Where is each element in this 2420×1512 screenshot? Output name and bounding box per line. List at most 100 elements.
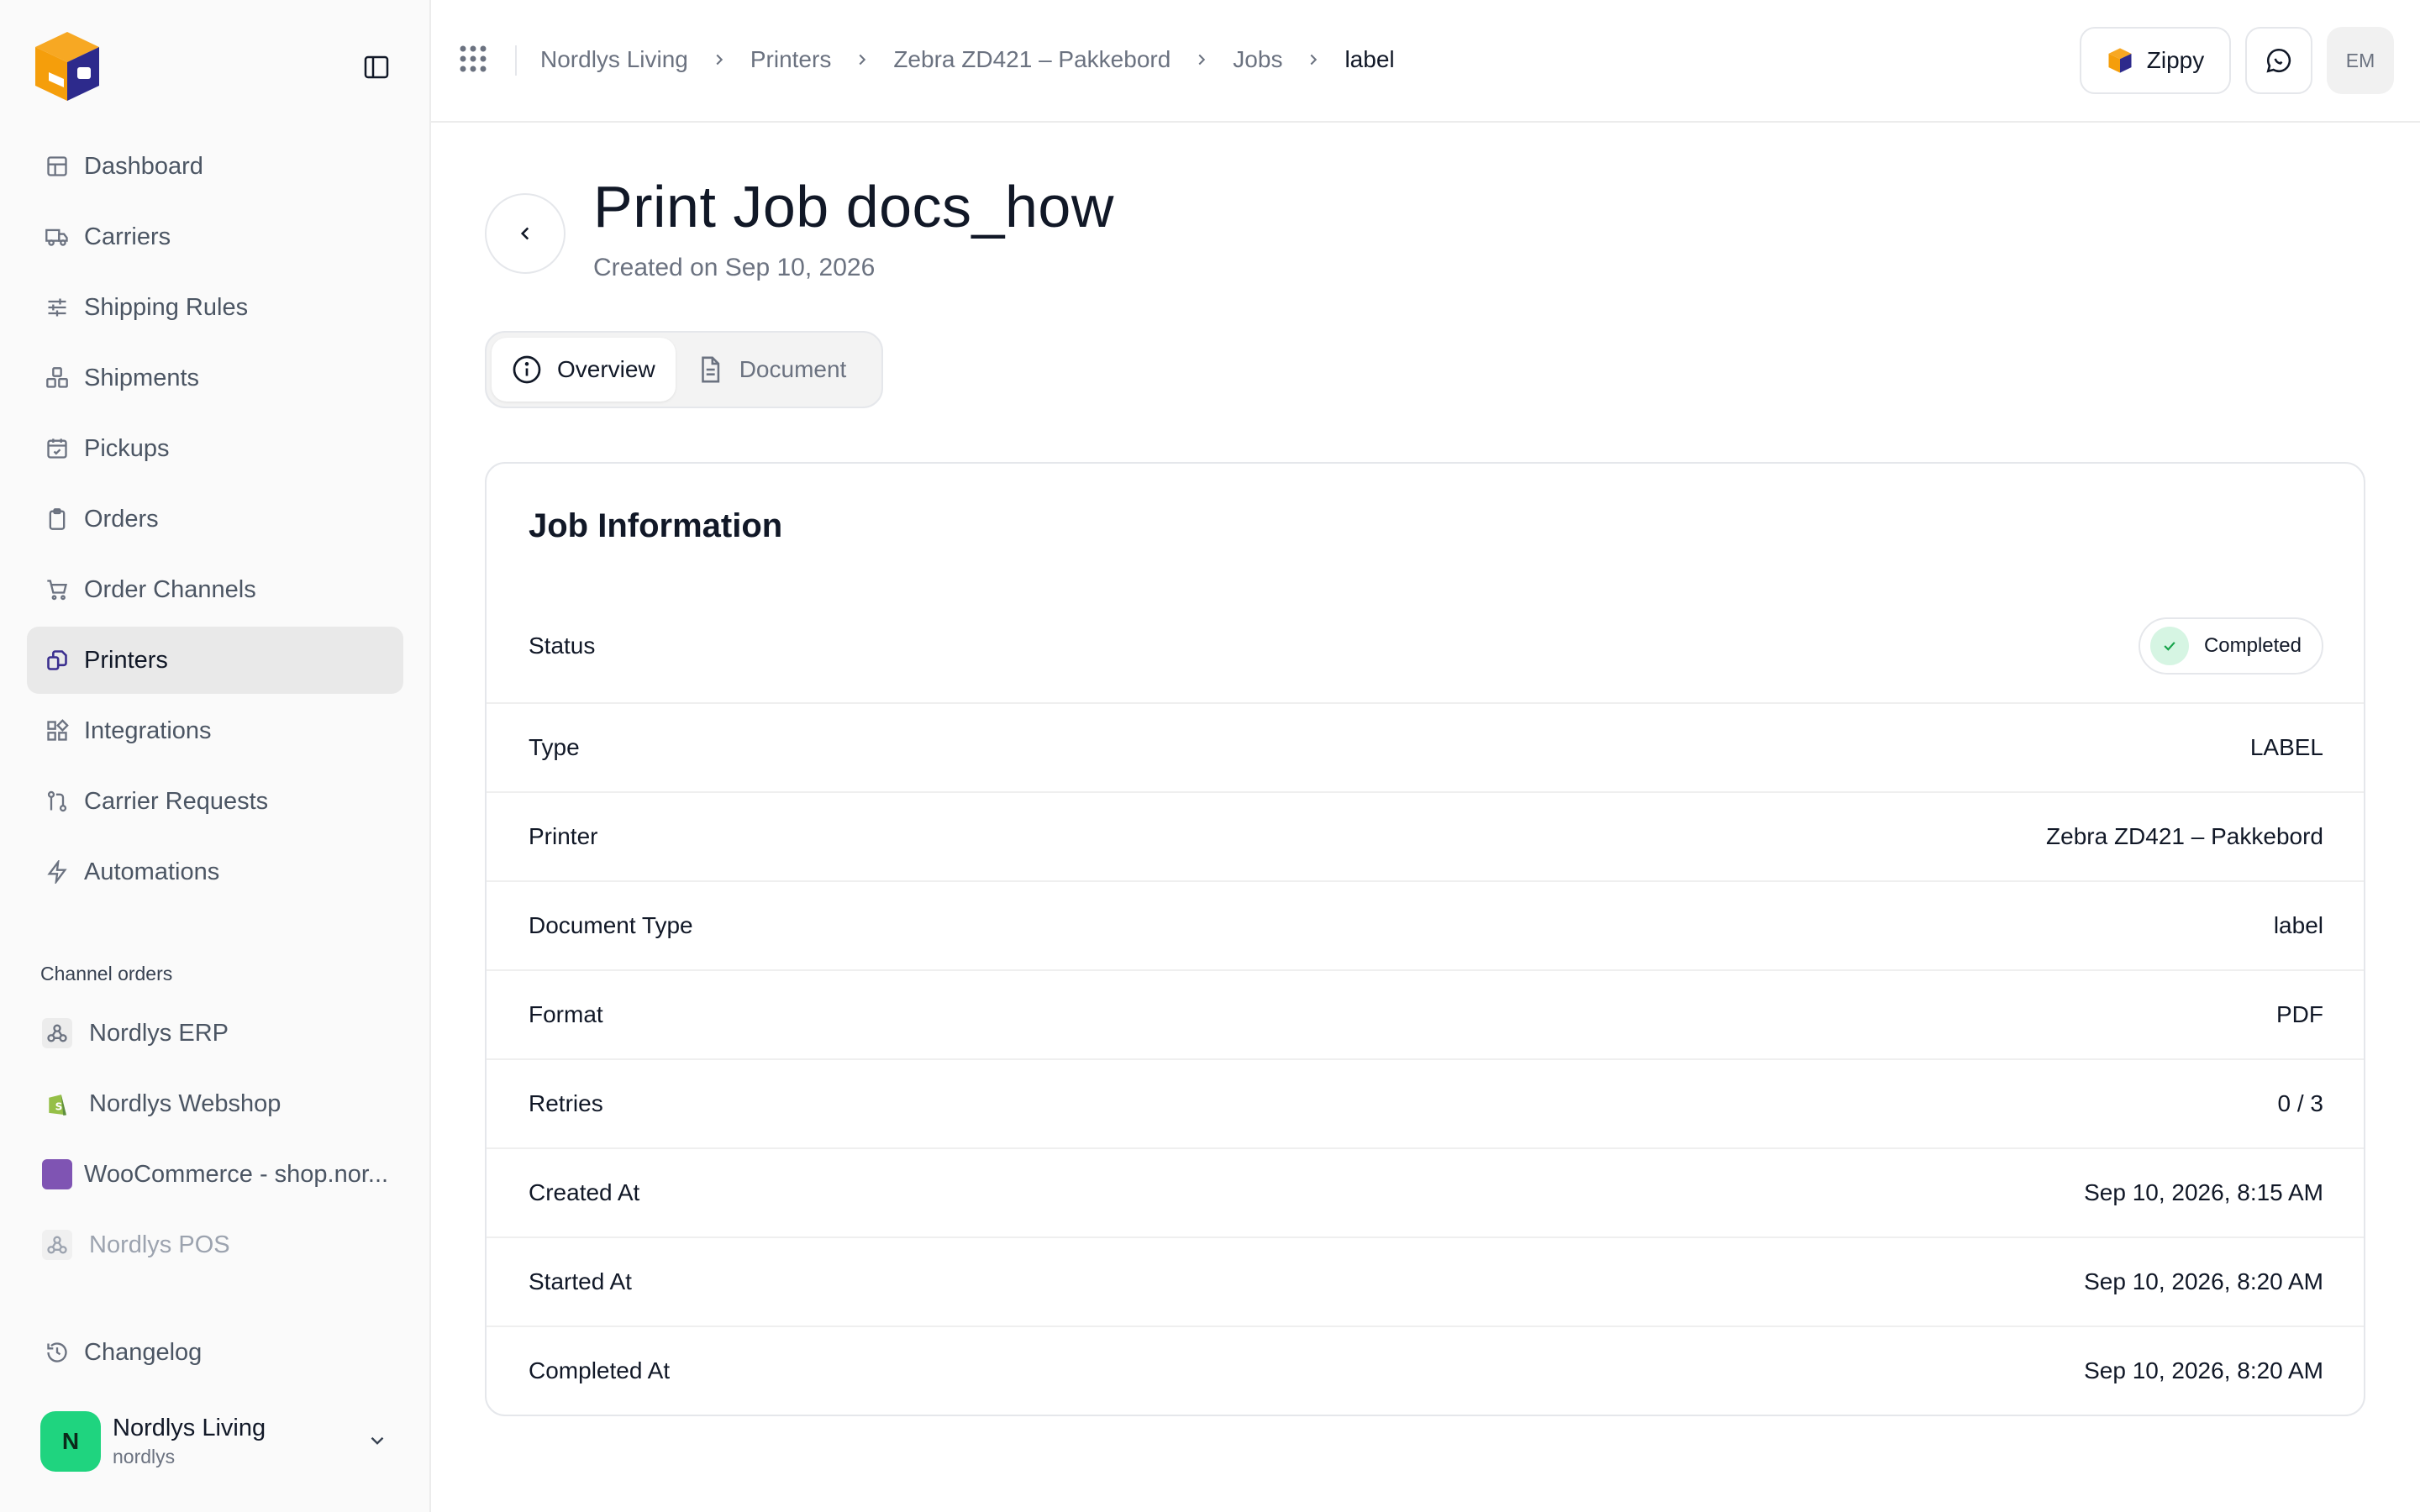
status-badge: Completed xyxy=(2138,617,2323,675)
account-name: Nordlys Living xyxy=(113,1415,266,1441)
tab-label: Document xyxy=(739,356,847,382)
dashboard-icon xyxy=(44,153,71,180)
detail-row-printer: Printer Zebra ZD421 – Pakkebord xyxy=(487,791,2364,880)
sidebar-item-label: Pickups xyxy=(84,434,170,462)
sidebar-item-changelog[interactable]: Changelog xyxy=(27,1319,403,1386)
tab-document[interactable]: Document xyxy=(676,338,867,402)
tab-overview[interactable]: Overview xyxy=(492,338,676,402)
detail-value: LABEL xyxy=(2249,734,2323,760)
sidebar-item-carriers[interactable]: Carriers xyxy=(27,203,403,270)
sidebar-toggle-button[interactable] xyxy=(360,52,393,82)
sidebar-item-dashboard[interactable]: Dashboard xyxy=(27,133,403,200)
user-menu-button[interactable]: EM xyxy=(2327,27,2394,94)
channel-item-nordlys-pos[interactable]: Nordlys POS xyxy=(27,1211,403,1278)
chevron-right-icon xyxy=(1192,50,1211,69)
channel-item-woocommerce[interactable]: WooCommerce - shop.nor... xyxy=(27,1141,403,1208)
sidebar: Dashboard Carriers Shipping Rules Shipme… xyxy=(0,0,431,1512)
sidebar-nav: Dashboard Carriers Shipping Rules Shipme… xyxy=(27,133,403,909)
detail-label: Started At xyxy=(529,1268,632,1294)
sidebar-item-automations[interactable]: Automations xyxy=(27,838,403,906)
detail-row-type: Type LABEL xyxy=(487,702,2364,791)
chevron-right-icon xyxy=(1304,50,1323,69)
chat-button[interactable] xyxy=(2245,27,2312,94)
lightning-icon xyxy=(44,858,71,885)
git-pull-icon xyxy=(44,788,71,815)
calendar-check-icon xyxy=(44,435,71,462)
breadcrumb-item[interactable]: Printers xyxy=(750,46,831,73)
chevron-right-icon xyxy=(710,50,729,69)
detail-row-document-type: Document Type label xyxy=(487,880,2364,969)
breadcrumb-item[interactable]: Zebra ZD421 – Pakkebord xyxy=(893,46,1171,73)
detail-label: Printer xyxy=(529,823,598,849)
sidebar-item-integrations[interactable]: Integrations xyxy=(27,697,403,764)
sidebar-item-shipping-rules[interactable]: Shipping Rules xyxy=(27,274,403,341)
sidebar-item-printers[interactable]: Printers xyxy=(27,627,403,694)
chevron-left-icon xyxy=(520,227,529,240)
detail-label: Created At xyxy=(529,1179,640,1205)
app-grid-button[interactable] xyxy=(458,44,492,77)
account-switcher[interactable]: N Nordlys Living nordlys xyxy=(40,1408,393,1475)
detail-value: Sep 10, 2026, 8:20 AM xyxy=(2084,1357,2323,1383)
channel-item-nordlys-erp[interactable]: Nordlys ERP xyxy=(27,1000,403,1067)
document-icon xyxy=(701,356,719,383)
woocommerce-icon xyxy=(42,1159,72,1189)
job-details-list: Status Completed Type LABEL Printer Zebr… xyxy=(487,590,2364,1415)
info-icon xyxy=(513,355,541,384)
breadcrumb-item[interactable]: Jobs xyxy=(1233,46,1282,73)
detail-row-completed-at: Completed At Sep 10, 2026, 8:20 AM xyxy=(487,1326,2364,1415)
clipboard-icon xyxy=(44,506,71,533)
breadcrumb: Nordlys Living Printers Zebra ZD421 – Pa… xyxy=(540,40,1395,79)
history-icon xyxy=(44,1339,71,1366)
channel-label: WooCommerce - shop.nor... xyxy=(84,1160,389,1188)
detail-value: PDF xyxy=(2276,1001,2323,1027)
channel-item-nordlys-webshop[interactable]: S Nordlys Webshop xyxy=(27,1070,403,1137)
zippy-logo-icon xyxy=(2108,48,2132,73)
detail-value: Sep 10, 2026, 8:20 AM xyxy=(2084,1268,2323,1294)
svg-text:S: S xyxy=(55,1100,63,1112)
sliders-icon xyxy=(44,294,71,321)
sidebar-item-carrier-requests[interactable]: Carrier Requests xyxy=(27,768,403,835)
sidebar-item-label: Orders xyxy=(84,505,159,533)
channel-label: Nordlys POS xyxy=(89,1231,230,1258)
chevron-right-icon xyxy=(853,50,871,69)
detail-row-started-at: Started At Sep 10, 2026, 8:20 AM xyxy=(487,1236,2364,1326)
sidebar-item-label: Printers xyxy=(84,646,168,674)
detail-label: Status xyxy=(529,633,596,659)
sidebar-item-orders[interactable]: Orders xyxy=(27,486,403,553)
detail-row-status: Status Completed xyxy=(487,590,2364,702)
sidebar-item-shipments[interactable]: Shipments xyxy=(27,344,403,412)
detail-row-retries: Retries 0 / 3 xyxy=(487,1058,2364,1147)
detail-value: Sep 10, 2026, 8:15 AM xyxy=(2084,1179,2323,1205)
webhook-icon xyxy=(42,1230,72,1260)
detail-label: Type xyxy=(529,734,580,760)
back-button[interactable] xyxy=(485,193,566,274)
check-icon xyxy=(2149,627,2189,665)
sidebar-item-label: Order Channels xyxy=(84,575,256,603)
puzzle-icon xyxy=(44,717,71,744)
channel-list: Nordlys ERP S Nordlys Webshop WooCommerc… xyxy=(27,1000,403,1282)
account-handle: nordlys xyxy=(113,1446,176,1467)
zippy-button[interactable]: Zippy xyxy=(2080,27,2231,94)
sidebar-item-label: Carrier Requests xyxy=(84,787,269,815)
job-information-card: Job Information Status Completed Type LA… xyxy=(485,462,2365,1416)
sidebar-item-order-channels[interactable]: Order Channels xyxy=(27,556,403,623)
detail-row-created-at: Created At Sep 10, 2026, 8:15 AM xyxy=(487,1147,2364,1236)
chevron-down-icon xyxy=(366,1430,388,1456)
webhook-icon xyxy=(42,1018,72,1048)
sidebar-item-label: Carriers xyxy=(84,223,171,250)
sidebar-item-label: Integrations xyxy=(84,717,212,744)
sidebar-item-pickups[interactable]: Pickups xyxy=(27,415,403,482)
channel-label: Nordlys Webshop xyxy=(89,1089,281,1117)
app-logo[interactable] xyxy=(30,29,104,104)
truck-icon xyxy=(44,223,71,250)
sidebar-item-label: Changelog xyxy=(84,1338,203,1366)
detail-label: Format xyxy=(529,1001,603,1027)
boxes-icon xyxy=(44,365,71,391)
breadcrumb-item[interactable]: Nordlys Living xyxy=(540,46,688,73)
channel-label: Nordlys ERP xyxy=(89,1019,229,1047)
top-bar: Nordlys Living Printers Zebra ZD421 – Pa… xyxy=(431,0,2420,123)
tab-label: Overview xyxy=(557,356,655,382)
detail-label: Document Type xyxy=(529,912,693,938)
detail-label: Completed At xyxy=(529,1357,671,1383)
detail-row-format: Format PDF xyxy=(487,969,2364,1058)
